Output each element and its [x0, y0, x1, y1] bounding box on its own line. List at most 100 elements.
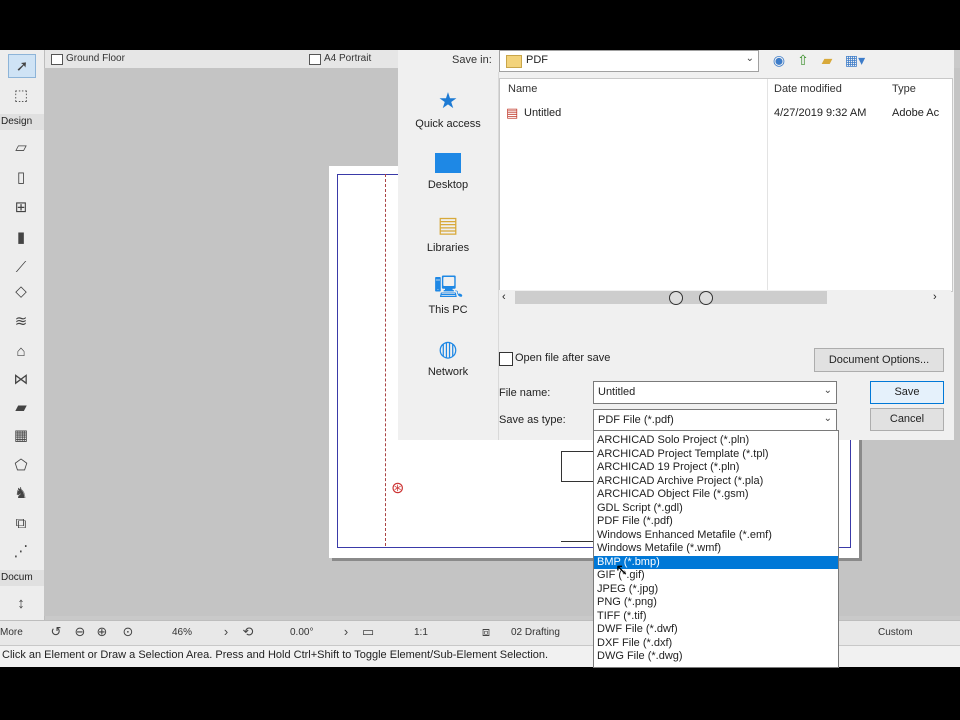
computer-icon: 🖳 — [434, 274, 464, 299]
rotation-angle[interactable]: 0.00° — [290, 624, 313, 642]
save-as-type-label: Save as type: — [499, 414, 566, 426]
beam-tool-icon[interactable]: ⟋ — [8, 256, 34, 278]
open-after-save-checkbox[interactable] — [499, 352, 513, 366]
type-option[interactable]: JPEG (*.jpg) — [594, 583, 838, 597]
type-option[interactable]: TIFF (*.tif) — [594, 610, 838, 624]
folder-icon — [506, 55, 522, 68]
view-tabs: Ground Floor A4 Portrait — [44, 50, 444, 69]
file-type: Adobe Ac — [892, 107, 940, 119]
open-after-save-label: Open file after save — [515, 352, 611, 364]
custom-dropdown[interactable]: Custom — [878, 624, 912, 642]
shell-tool-icon[interactable]: ⋈ — [8, 368, 34, 390]
zoom-level[interactable]: 46% — [172, 624, 192, 642]
column-header-date[interactable]: Date modified — [774, 83, 842, 95]
undo-zoom-icon[interactable]: ↺ — [48, 624, 64, 640]
wall-tool-icon[interactable]: ▱ — [8, 136, 34, 158]
chevron-right-icon[interactable]: › — [338, 624, 354, 640]
file-list[interactable]: Name Date modified Type ▤ Untitled 4/27/… — [499, 78, 953, 292]
scroll-grip-icon — [699, 291, 713, 305]
save-dialog: Save in: PDF ⌄ ◉ ⇧ ▰ ▦▾ ★ Quick access D… — [398, 50, 954, 440]
type-option[interactable]: ARCHICAD Project Template (*.tpl) — [594, 448, 838, 462]
chevron-right-icon[interactable]: › — [218, 624, 234, 640]
scroll-grip-icon — [669, 291, 683, 305]
nav-desktop[interactable]: Desktop — [398, 150, 498, 191]
mesh-tool-icon[interactable]: ▰ — [8, 396, 34, 418]
nav-quick-access[interactable]: ★ Quick access — [398, 88, 498, 130]
file-name-value: Untitled — [598, 386, 636, 398]
desktop-icon — [435, 153, 461, 173]
view-menu-icon[interactable]: ▦▾ — [842, 52, 868, 68]
nav-libraries[interactable]: ▤ Libraries — [398, 212, 498, 254]
tab-ground-floor[interactable]: Ground Floor — [48, 51, 125, 67]
roof-tool-icon[interactable]: ⌂ — [8, 340, 34, 362]
type-option[interactable]: DWG File (*.dwg) — [594, 650, 838, 664]
door-tool-icon[interactable]: ▯ — [8, 166, 34, 188]
marquee-tool-icon[interactable]: ⬚ — [8, 84, 34, 106]
terrain-tool-icon[interactable]: ⋰ — [8, 540, 34, 562]
zoom-in-icon[interactable]: ⊕ — [94, 624, 110, 640]
tab-a4-portrait[interactable]: A4 Portrait — [306, 51, 371, 67]
type-option-highlighted[interactable]: BMP (*.bmp) — [594, 555, 838, 569]
nav-this-pc[interactable]: 🖳 This PC — [398, 274, 498, 316]
zoom-out-icon[interactable]: ⊖ — [72, 624, 88, 640]
save-in-label: Save in: — [452, 54, 492, 66]
column-header-type[interactable]: Type — [892, 83, 916, 95]
type-option[interactable]: ARCHICAD Object File (*.gsm) — [594, 488, 838, 502]
save-in-dropdown[interactable]: PDF ⌄ — [499, 50, 759, 72]
back-icon[interactable]: ◉ — [770, 52, 788, 68]
save-as-type-list[interactable]: ARCHICAD Solo Project (*.pln) ARCHICAD P… — [593, 430, 839, 668]
type-option[interactable]: ARCHICAD Solo Project (*.pln) — [594, 434, 838, 448]
toolbox-section-design[interactable]: Design — [0, 114, 44, 130]
type-option[interactable]: DWF File (*.dwf) — [594, 623, 838, 637]
save-as-type-dropdown[interactable]: PDF File (*.pdf) ⌄ — [593, 409, 837, 432]
type-option[interactable]: Windows Enhanced Metafile (*.emf) — [594, 529, 838, 543]
save-in-value: PDF — [526, 54, 548, 66]
layer-combo-icon[interactable]: ⧈ — [478, 624, 494, 640]
object-tool-icon[interactable]: ♞ — [8, 482, 34, 504]
save-as-type-value: PDF File (*.pdf) — [598, 414, 674, 426]
nav-network[interactable]: ◍ Network — [398, 336, 498, 378]
horizontal-scrollbar[interactable]: ‹ › — [499, 290, 951, 306]
type-option[interactable]: GIF (*.gif) — [594, 569, 838, 583]
scroll-right-icon[interactable]: › — [933, 291, 937, 303]
window-tool-icon[interactable]: ⊞ — [8, 196, 34, 218]
type-option[interactable]: ARCHICAD 19 Project (*.pln) — [594, 461, 838, 475]
save-button[interactable]: Save — [870, 381, 944, 404]
dimension-tool-icon[interactable]: ↕ — [8, 592, 34, 614]
new-folder-icon[interactable]: ▰ — [818, 52, 836, 68]
cancel-button[interactable]: Cancel — [870, 408, 944, 431]
type-option[interactable]: Windows Metafile (*.wmf) — [594, 542, 838, 556]
layer-combination[interactable]: 02 Drafting — [511, 624, 560, 642]
slab-tool-icon[interactable]: ◇ — [8, 280, 34, 302]
zone-tool-icon[interactable]: ⧉ — [8, 512, 34, 534]
floor-plan-icon — [51, 54, 63, 65]
pdf-file-icon: ▤ — [506, 105, 519, 120]
type-option[interactable]: GDL Script (*.gdl) — [594, 502, 838, 516]
arrow-tool-icon[interactable]: ➚ — [8, 54, 36, 78]
layout-icon — [309, 54, 321, 65]
file-name-field[interactable]: Untitled ⌄ — [593, 381, 837, 404]
type-option[interactable]: DXF File (*.dxf) — [594, 637, 838, 651]
column-header-name[interactable]: Name — [508, 83, 537, 95]
file-row[interactable]: ▤ Untitled 4/27/2019 9:32 AM Adobe Ac — [506, 105, 946, 123]
rotate-icon[interactable]: ⟲ — [240, 624, 256, 640]
file-name-label: File name: — [499, 387, 551, 399]
type-option[interactable]: PDF File (*.pdf) — [594, 515, 838, 529]
navigation-pane: ★ Quick access Desktop ▤ Libraries 🖳 Thi… — [398, 72, 499, 440]
scale-icon[interactable]: ▭ — [360, 624, 376, 640]
type-option[interactable]: PNG (*.png) — [594, 596, 838, 610]
column-tool-icon[interactable]: ▮ — [8, 226, 34, 248]
scroll-left-icon[interactable]: ‹ — [502, 291, 506, 303]
toolbox-section-document[interactable]: Docum — [0, 570, 44, 586]
morph-tool-icon[interactable]: ⬠ — [8, 454, 34, 476]
file-date: 4/27/2019 9:32 AM — [774, 107, 867, 119]
up-folder-icon[interactable]: ⇧ — [794, 52, 812, 68]
document-options-button[interactable]: Document Options... — [814, 348, 944, 372]
drawing-scale[interactable]: 1:1 — [414, 624, 428, 642]
stair-tool-icon[interactable]: ≋ — [8, 310, 34, 332]
curtain-wall-tool-icon[interactable]: ▦ — [8, 424, 34, 446]
type-option[interactable]: ARCHICAD Archive Project (*.pla) — [594, 475, 838, 489]
chevron-down-icon: ⌄ — [823, 385, 832, 396]
fit-in-window-icon[interactable]: ⊙ — [120, 624, 136, 640]
toolbox-section-more[interactable]: More — [0, 624, 23, 642]
